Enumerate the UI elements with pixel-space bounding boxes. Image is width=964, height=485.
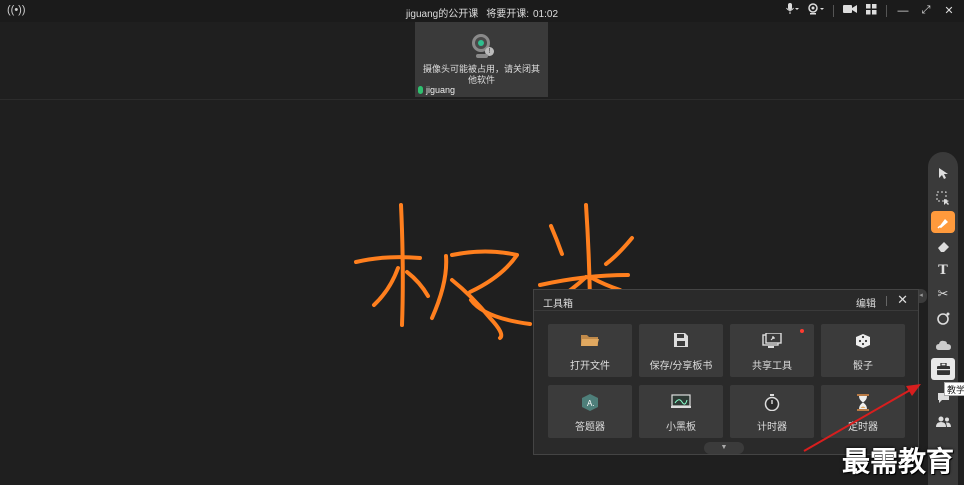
folder-icon: [548, 333, 632, 351]
hourglass-icon: [821, 394, 905, 412]
toolbox-close-button[interactable]: ✕: [897, 292, 908, 308]
tool-stopwatch[interactable]: 计时器: [730, 385, 814, 438]
tool-dice[interactable]: 骰子: [821, 324, 905, 377]
tool-label: 答题器: [575, 422, 605, 433]
classroom-window: ((•)) jiguang的公开课 将要开课: 01:02 — ⤢ ✕ ! 摄像…: [0, 0, 964, 485]
laser-icon[interactable]: [931, 307, 955, 329]
blackboard-icon: [639, 394, 723, 412]
toolbox-tooltip: 教学: [944, 382, 964, 396]
tool-hourglass[interactable]: 定时器: [821, 385, 905, 438]
users-icon[interactable]: [931, 411, 955, 433]
save-icon: [639, 333, 723, 351]
tool-label: 计时器: [757, 422, 787, 433]
text-icon[interactable]: T: [931, 259, 955, 281]
tool-label: 定时器: [848, 422, 878, 433]
tool-open-file[interactable]: 打开文件: [548, 324, 632, 377]
scissors-icon[interactable]: ✂: [931, 283, 955, 305]
tool-share[interactable]: 共享工具: [730, 324, 814, 377]
dice-icon: [821, 333, 905, 351]
tool-label: 骰子: [853, 361, 873, 372]
pointer-icon[interactable]: [931, 162, 955, 184]
watermark-logo: 最需教育: [842, 445, 955, 478]
toolbox-expand-button[interactable]: ▼: [704, 442, 744, 454]
tool-label: 小黑板: [666, 422, 696, 433]
toolbox-edit-button[interactable]: 编辑: [856, 295, 876, 310]
tool-label: 打开文件: [570, 361, 610, 372]
toolbox-title: 工具箱: [543, 299, 573, 310]
share-screen-icon: [730, 332, 814, 351]
tool-label: 保存/分享板书: [649, 361, 713, 372]
select-area-icon[interactable]: [931, 187, 955, 209]
answer-card-icon: A.: [548, 394, 632, 412]
right-toolbar: T ✂: [928, 152, 958, 485]
tool-blackboard[interactable]: 小黑板: [639, 385, 723, 438]
toolbox-header: 工具箱 编辑 ✕: [534, 290, 918, 311]
tool-label: 共享工具: [752, 361, 792, 372]
svg-text:A.: A.: [587, 399, 595, 408]
toolbox-icon[interactable]: [931, 358, 955, 380]
tool-answer-card[interactable]: A. 答题器: [548, 385, 632, 438]
tool-save-share[interactable]: 保存/分享板书: [639, 324, 723, 377]
stopwatch-icon: [730, 394, 814, 412]
toolbox-panel: 工具箱 编辑 ✕ 打开文件 保存/分享板书 共享工具 骰子 A. 答题器 小黑板…: [533, 289, 919, 455]
brush-icon[interactable]: [931, 211, 955, 233]
divider: [886, 296, 887, 306]
eraser-icon[interactable]: [931, 235, 955, 257]
cloud-icon[interactable]: [931, 334, 955, 356]
